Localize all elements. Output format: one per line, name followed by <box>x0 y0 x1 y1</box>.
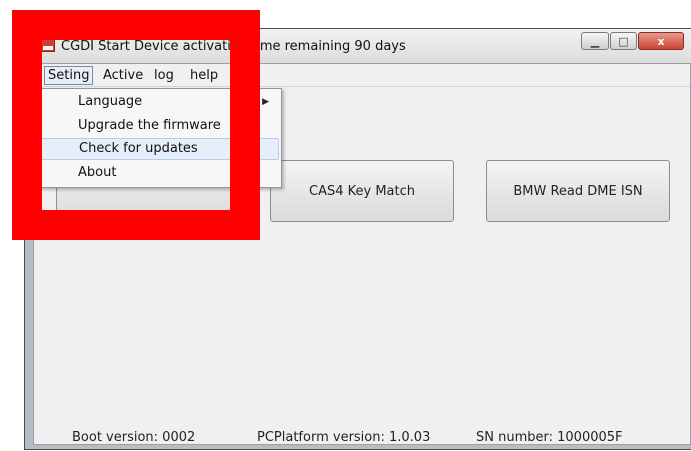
menu-log[interactable]: log <box>151 67 177 84</box>
cas4-key-match-button[interactable]: CAS4 Key Match <box>270 160 454 222</box>
maximize-button[interactable]: □ <box>610 32 637 50</box>
seting-dropdown-menu: Language ▶ Upgrade the firmware Check fo… <box>38 88 282 188</box>
submenu-arrow-icon: ▶ <box>262 97 269 107</box>
menu-item-check-updates-label: Check for updates <box>79 141 198 156</box>
sn-number: SN number: 1000005F <box>476 430 623 445</box>
menu-item-language-label: Language <box>78 94 143 109</box>
minimize-button[interactable]: ▁ <box>581 32 609 50</box>
boot-version: Boot version: 0002 <box>72 430 196 445</box>
menu-item-upgrade-firmware[interactable]: Upgrade the firmware <box>41 115 279 137</box>
app-logo-icon <box>41 39 55 52</box>
menu-item-about[interactable]: About <box>41 162 279 184</box>
menu-item-check-updates[interactable]: Check for updates <box>41 138 279 160</box>
title-bar[interactable]: CGDI Start Device activation time remain… <box>25 29 691 63</box>
menu-help[interactable]: help <box>187 67 221 84</box>
menu-bar: Seting Active log help <box>34 64 690 87</box>
menu-item-upgrade-firmware-label: Upgrade the firmware <box>78 118 221 133</box>
menu-item-about-label: About <box>78 165 117 180</box>
close-button[interactable]: x <box>638 32 684 50</box>
menu-seting[interactable]: Seting <box>44 66 94 85</box>
window-title: CGDI Start Device activation time remain… <box>61 39 406 54</box>
menu-active[interactable]: Active <box>100 67 146 84</box>
pcplatform-version: PCPlatform version: 1.0.03 <box>257 430 431 445</box>
bmw-read-dme-isn-button[interactable]: BMW Read DME ISN <box>486 160 670 222</box>
menu-item-language[interactable]: Language ▶ <box>41 91 279 113</box>
